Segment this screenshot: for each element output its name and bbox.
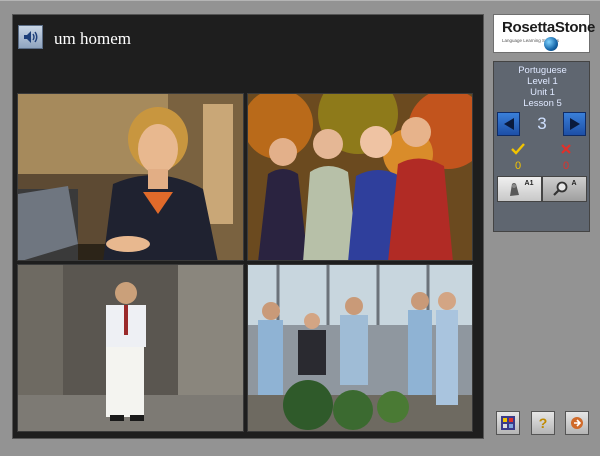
speaker-icon[interactable] (18, 25, 43, 49)
wrong-score: 0 (542, 142, 590, 173)
listening-icon (509, 183, 519, 196)
correct-count: 0 (514, 160, 522, 172)
photo-option-1[interactable] (17, 93, 244, 261)
lesson-panel: Portuguese Level 1 Unit 1 Lesson 5 3 0 0… (493, 61, 590, 232)
search-mode-button[interactable]: A (542, 176, 587, 202)
menu-button[interactable] (496, 411, 520, 435)
photo-option-4[interactable] (247, 264, 473, 432)
menu-icon (501, 416, 515, 430)
prompt-text: um homem (54, 29, 131, 48)
page-navigation: 3 (497, 112, 587, 138)
exit-button[interactable] (565, 411, 589, 435)
exit-icon (571, 417, 583, 429)
x-icon (561, 144, 571, 154)
photo-option-2[interactable] (247, 93, 473, 261)
rosetta-stone-logo: RosettaStone Language Learning Success (493, 14, 595, 53)
course-level: Level 1 (527, 76, 558, 87)
listening-mode-button[interactable]: A1 (497, 176, 542, 202)
help-icon: ? (538, 415, 548, 431)
magnifier-icon (553, 181, 568, 196)
photo-option-3[interactable] (17, 264, 244, 432)
globe-icon (544, 37, 558, 51)
help-button[interactable]: ? (531, 411, 555, 435)
left-arrow-icon[interactable] (497, 112, 520, 136)
checkmark-icon (511, 143, 525, 155)
score-display: 0 0 (494, 142, 591, 172)
mode-tag-search: A (571, 180, 577, 187)
course-language: Portuguese (518, 65, 567, 76)
course-info: Portuguese Level 1 Unit 1 Lesson 5 (494, 65, 591, 109)
mode-tag-listening: A1 (524, 180, 534, 187)
course-lesson: Lesson 5 (523, 98, 562, 109)
wrong-count: 0 (562, 160, 570, 172)
correct-score: 0 (494, 142, 542, 173)
logo-name-rosetta: Rosetta (502, 19, 555, 36)
app-window: um homem RosettaStone Language Learning … (0, 0, 600, 456)
mode-selector: A1 A (497, 176, 587, 202)
page-number: 3 (537, 114, 547, 133)
right-arrow-icon[interactable] (563, 112, 586, 136)
course-unit: Unit 1 (530, 87, 555, 98)
logo-name-stone: Stone (554, 19, 596, 36)
